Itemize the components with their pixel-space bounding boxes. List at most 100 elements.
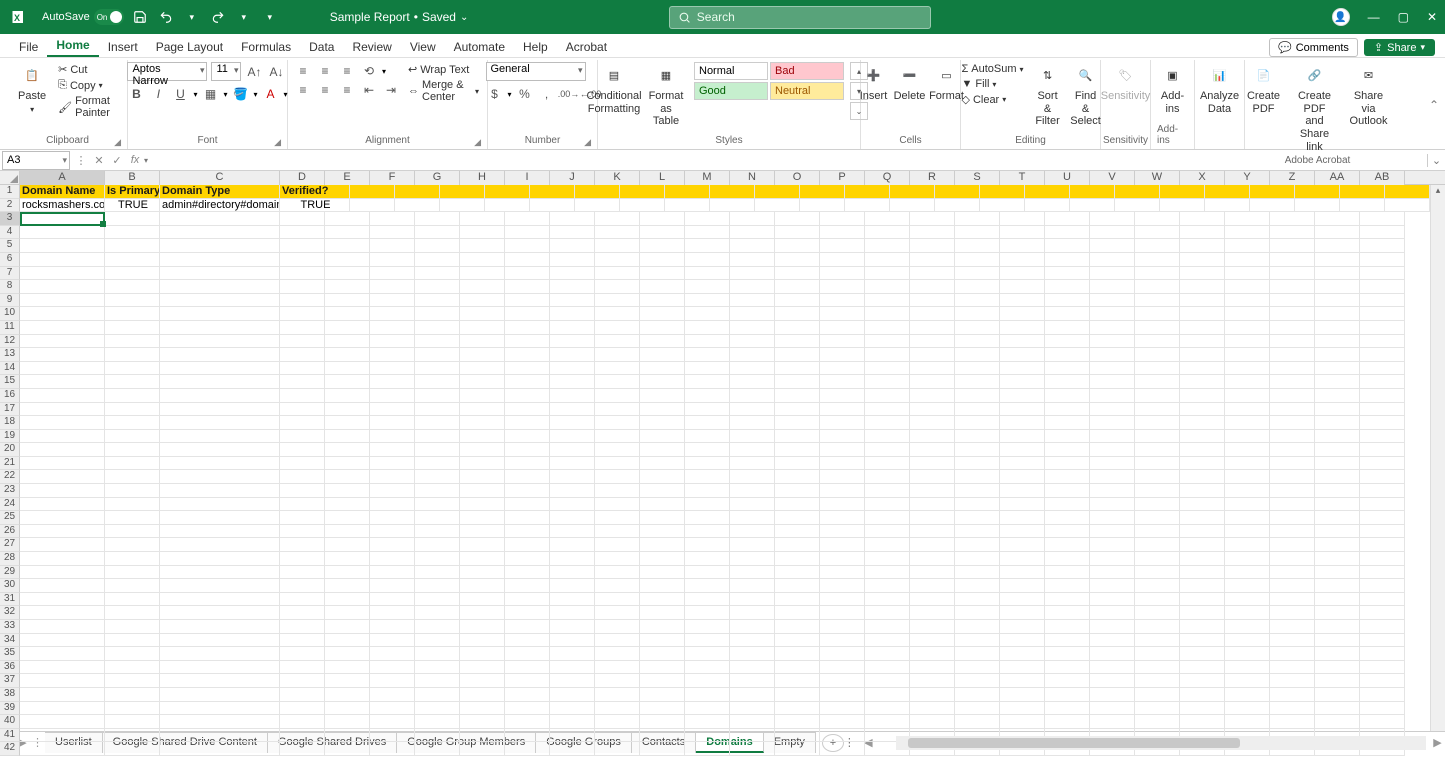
cell[interactable]	[910, 239, 955, 253]
cell[interactable]	[665, 185, 710, 199]
cell[interactable]	[325, 661, 370, 675]
cell[interactable]	[980, 185, 1025, 199]
cell[interactable]	[415, 620, 460, 634]
cell[interactable]	[1205, 199, 1250, 213]
cell[interactable]	[550, 239, 595, 253]
cell[interactable]	[775, 579, 820, 593]
cell[interactable]	[370, 470, 415, 484]
cell[interactable]	[415, 280, 460, 294]
cell[interactable]	[685, 661, 730, 675]
cell[interactable]	[1225, 661, 1270, 675]
create-pdf-share-button[interactable]: 🔗Create PDF and Share link	[1291, 62, 1339, 155]
cell[interactable]	[1180, 335, 1225, 349]
collapse-ribbon-button[interactable]: ⌃	[1429, 98, 1439, 112]
cell[interactable]	[1225, 552, 1270, 566]
cell[interactable]	[685, 579, 730, 593]
italic-button[interactable]: I	[149, 85, 167, 103]
cell[interactable]	[730, 647, 775, 661]
cell[interactable]	[325, 239, 370, 253]
cell[interactable]	[1315, 647, 1360, 661]
cell[interactable]	[1315, 307, 1360, 321]
cell[interactable]	[550, 267, 595, 281]
cell[interactable]	[415, 443, 460, 457]
cell[interactable]	[595, 253, 640, 267]
cell[interactable]	[415, 362, 460, 376]
row-header[interactable]: 42	[0, 742, 20, 756]
row-header[interactable]: 36	[0, 661, 20, 675]
cell[interactable]	[350, 185, 395, 199]
cell[interactable]	[595, 688, 640, 702]
cell[interactable]	[640, 606, 685, 620]
cell[interactable]	[595, 606, 640, 620]
cell[interactable]	[370, 321, 415, 335]
cell[interactable]	[1000, 579, 1045, 593]
cell[interactable]	[1360, 715, 1405, 729]
cell[interactable]	[505, 702, 550, 716]
cell[interactable]	[1045, 212, 1090, 226]
cell[interactable]	[370, 552, 415, 566]
cell[interactable]	[865, 498, 910, 512]
row-header[interactable]: 25	[0, 511, 20, 525]
cell[interactable]	[160, 267, 280, 281]
cell[interactable]	[910, 661, 955, 675]
cell[interactable]	[640, 226, 685, 240]
cell[interactable]	[325, 484, 370, 498]
cell[interactable]	[1250, 199, 1295, 213]
cell[interactable]	[20, 552, 105, 566]
cell[interactable]: admin#directory#domain	[160, 199, 280, 213]
cell[interactable]	[1135, 267, 1180, 281]
cell[interactable]	[550, 362, 595, 376]
row-header[interactable]: 31	[0, 593, 20, 607]
cell[interactable]	[370, 634, 415, 648]
col-X[interactable]: X	[1180, 171, 1225, 185]
cell[interactable]	[1090, 443, 1135, 457]
spreadsheet-grid[interactable]: A B C DEFGHIJKLMNOPQRSTUVWXYZAAAB 1Domai…	[0, 171, 1445, 731]
cell[interactable]	[640, 335, 685, 349]
cell[interactable]	[1135, 280, 1180, 294]
cell[interactable]	[865, 511, 910, 525]
cell[interactable]	[820, 674, 865, 688]
cell[interactable]	[685, 362, 730, 376]
cell[interactable]	[1270, 443, 1315, 457]
cell[interactable]	[640, 239, 685, 253]
cell[interactable]	[865, 674, 910, 688]
cell[interactable]	[280, 552, 325, 566]
cell[interactable]	[1090, 389, 1135, 403]
cell[interactable]	[910, 552, 955, 566]
cell[interactable]	[1135, 294, 1180, 308]
cell[interactable]	[1315, 688, 1360, 702]
cell[interactable]	[1360, 389, 1405, 403]
cell[interactable]	[105, 307, 160, 321]
cell[interactable]	[775, 552, 820, 566]
cell[interactable]	[505, 593, 550, 607]
row-header[interactable]: 17	[0, 403, 20, 417]
merge-center-button[interactable]: ⇔Merge & Center▾	[406, 78, 481, 104]
cell[interactable]	[820, 742, 865, 756]
cell[interactable]	[460, 212, 505, 226]
cell[interactable]	[1225, 335, 1270, 349]
cell[interactable]	[685, 688, 730, 702]
cell[interactable]	[105, 212, 160, 226]
cell[interactable]	[1225, 430, 1270, 444]
cell[interactable]	[20, 620, 105, 634]
cell[interactable]	[730, 525, 775, 539]
cell[interactable]	[1135, 688, 1180, 702]
cell[interactable]	[775, 253, 820, 267]
cell[interactable]	[105, 525, 160, 539]
cell[interactable]	[1045, 511, 1090, 525]
cell[interactable]	[685, 443, 730, 457]
cell[interactable]	[1270, 430, 1315, 444]
cell[interactable]	[1090, 702, 1135, 716]
cell[interactable]	[415, 661, 460, 675]
cell[interactable]	[105, 620, 160, 634]
cell[interactable]	[775, 470, 820, 484]
font-color-button[interactable]: A	[262, 85, 280, 103]
col-C[interactable]: C	[160, 171, 280, 185]
cell[interactable]	[280, 253, 325, 267]
cell[interactable]	[460, 267, 505, 281]
cell[interactable]	[415, 552, 460, 566]
cell[interactable]	[280, 525, 325, 539]
cell[interactable]	[820, 538, 865, 552]
cell[interactable]	[325, 674, 370, 688]
cell[interactable]	[775, 430, 820, 444]
